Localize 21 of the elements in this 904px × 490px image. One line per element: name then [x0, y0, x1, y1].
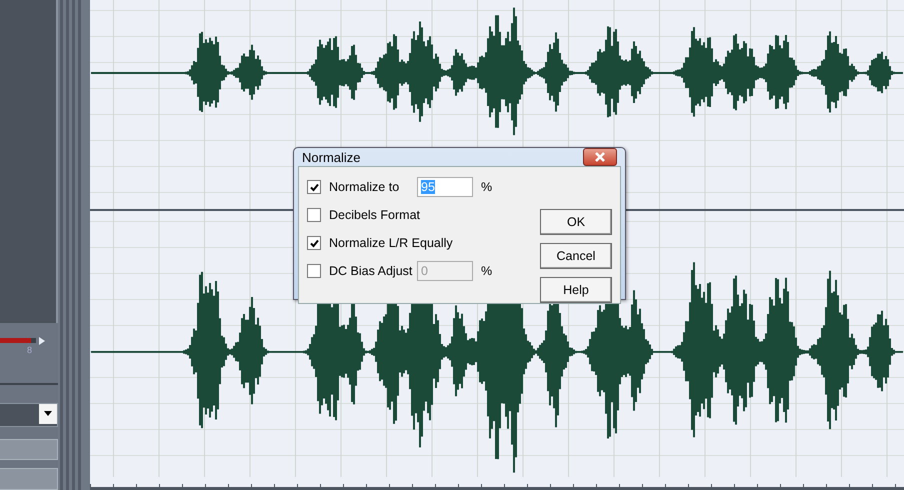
checkbox[interactable]: [307, 208, 321, 222]
close-icon: [594, 152, 606, 162]
checkbox[interactable]: [307, 236, 321, 250]
dialog-button[interactable]: Cancel: [540, 243, 612, 269]
arrow-icon[interactable]: [39, 336, 45, 345]
caret-icon: [44, 411, 52, 416]
unit-label: %: [481, 264, 492, 278]
option-label: Decibels Format: [329, 208, 420, 222]
unit-label: %: [481, 180, 492, 194]
close-button[interactable]: [583, 148, 617, 166]
dropdown-button[interactable]: [39, 404, 57, 424]
dialog-button[interactable]: Help: [540, 277, 612, 303]
dropdown[interactable]: [0, 402, 58, 427]
checkbox[interactable]: [307, 180, 321, 194]
meter-reading: 8: [27, 344, 34, 355]
option-label: Normalize L/R Equally: [329, 236, 453, 250]
dialog-button[interactable]: OK: [540, 209, 612, 235]
panel-button[interactable]: [0, 438, 58, 460]
dialog-title: Normalize: [302, 150, 361, 164]
option-label: Normalize to: [329, 180, 400, 194]
option-label: DC Bias Adjust: [329, 264, 414, 278]
